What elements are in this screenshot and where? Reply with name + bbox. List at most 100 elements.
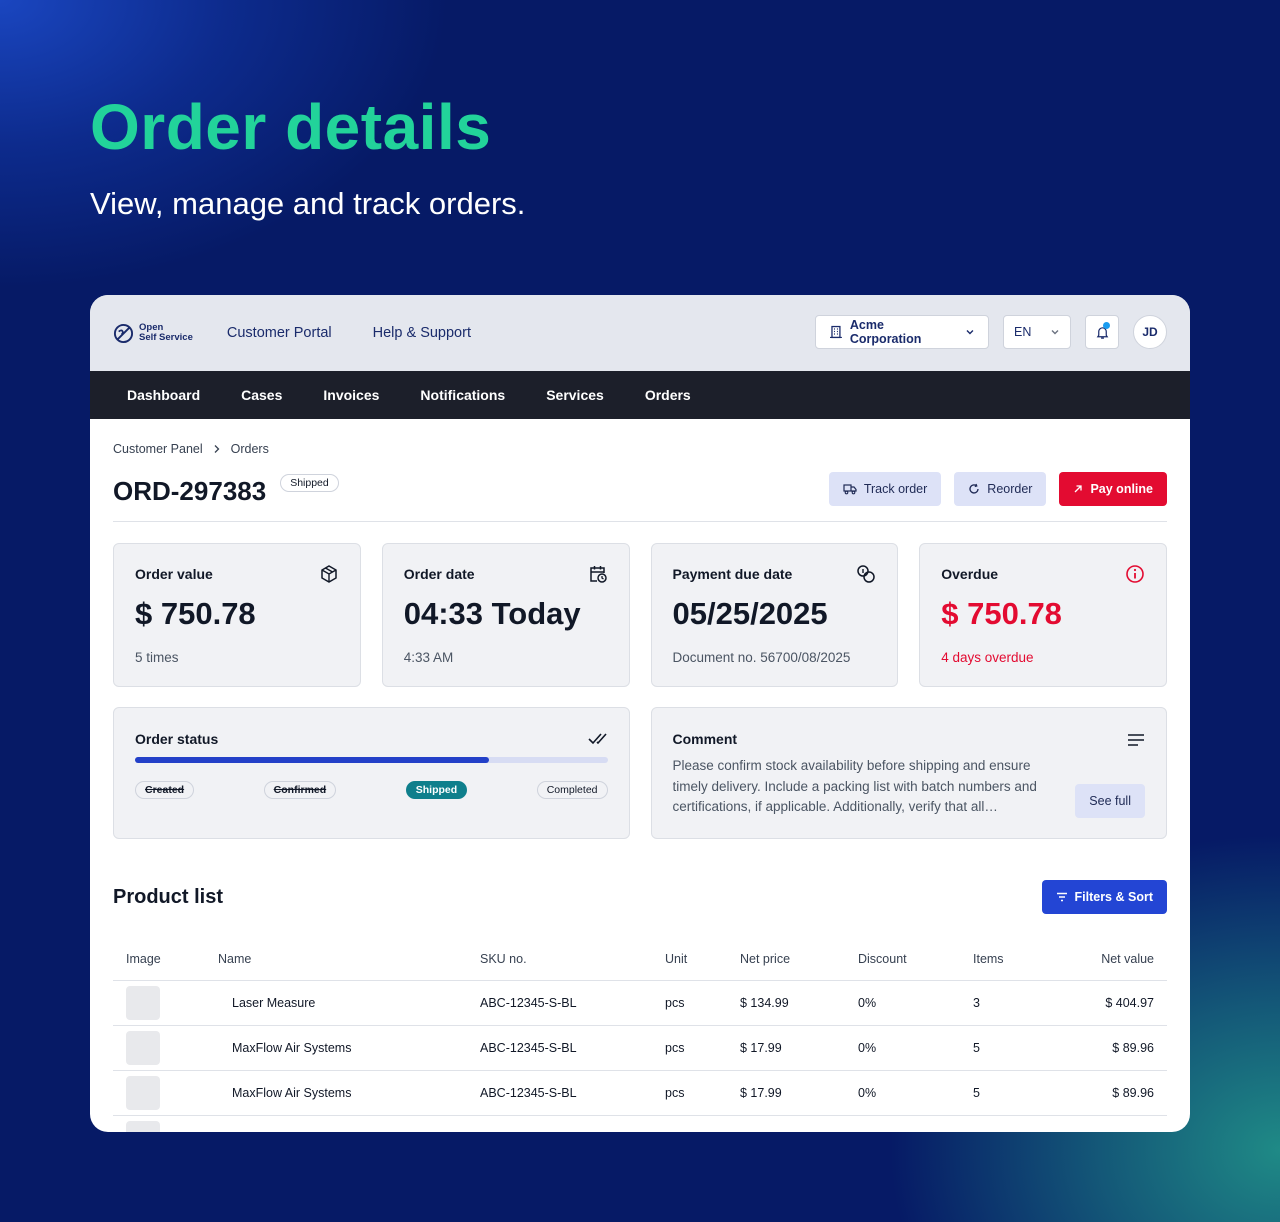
coins-icon — [857, 565, 875, 583]
nav-services[interactable]: Services — [546, 387, 604, 403]
summary-cards: Order value $ 750.78 5 times Order date … — [113, 543, 1167, 687]
empty-cell — [652, 1115, 727, 1132]
card-order-value: Order value $ 750.78 5 times — [113, 543, 361, 687]
step-created: Created — [135, 781, 195, 799]
breadcrumb-customer-panel[interactable]: Customer Panel — [113, 442, 203, 456]
link-customer-portal[interactable]: Customer Portal — [227, 325, 332, 341]
track-order-button[interactable]: Track order — [828, 472, 942, 506]
double-check-icon — [587, 733, 607, 745]
step-shipped: Shipped — [405, 781, 468, 799]
top-bar: Open Self Service Customer Portal Help &… — [90, 295, 1190, 371]
hero-subtitle: View, manage and track orders. — [90, 186, 526, 221]
table-row[interactable]: MaxFlow Air Systems ABC-12345-S-BL pcs $… — [113, 1070, 1167, 1116]
card-value: $ 750.78 — [135, 596, 256, 631]
card-payment-due-date: Payment due date 05/25/2025 Document no.… — [650, 543, 899, 687]
refresh-icon — [969, 483, 979, 494]
card-label: Payment due date — [672, 566, 793, 582]
breadcrumb-orders[interactable]: Orders — [231, 442, 269, 456]
status-comment-row: Order status Created Confirmed Shipped C… — [113, 707, 1167, 839]
language-select[interactable]: EN — [1003, 315, 1071, 349]
product-image-cell — [113, 1070, 205, 1116]
main-nav: Dashboard Cases Invoices Notifications S… — [90, 371, 1190, 419]
product-image-cell — [113, 980, 205, 1026]
card-value: 04:33 Today — [403, 596, 581, 631]
filters-sort-label: Filters & Sort — [1074, 890, 1154, 904]
package-icon — [321, 565, 337, 583]
card-label: Overdue — [941, 566, 999, 582]
product-discount: 0% — [845, 980, 960, 1026]
chevron-down-icon — [1051, 330, 1059, 335]
card-sub: 5 times — [135, 650, 179, 665]
reorder-label: Reorder — [987, 482, 1033, 496]
chevron-right-icon — [214, 445, 220, 453]
filters-sort-button[interactable]: Filters & Sort — [1041, 880, 1167, 914]
product-sku: ABC-12345-S-BL — [467, 980, 652, 1026]
nav-dashboard[interactable]: Dashboard — [127, 387, 200, 403]
building-icon — [829, 325, 842, 339]
card-label: Order date — [403, 566, 475, 582]
link-help-support[interactable]: Help & Support — [373, 325, 471, 341]
main-content: Customer Panel Orders ORD-297383 Shipped… — [90, 442, 1190, 1132]
nav-invoices[interactable]: Invoices — [323, 387, 379, 403]
order-steps: Created Confirmed Shipped Completed — [135, 781, 608, 799]
product-unit: pcs — [652, 1070, 727, 1116]
product-net-value: $ 89.96 — [1055, 1025, 1167, 1071]
product-name-link[interactable]: MaxFlow Air Systems — [205, 1070, 467, 1116]
order-status-card: Order status Created Confirmed Shipped C… — [113, 707, 630, 839]
organization-select[interactable]: Acme Corporation — [815, 315, 989, 349]
product-sku: ABC-12345-S-BL — [467, 1025, 652, 1071]
product-name-link[interactable]: Laser Measure — [205, 980, 467, 1026]
product-image-cell — [113, 1025, 205, 1071]
see-full-button[interactable]: See full — [1075, 784, 1145, 818]
step-completed: Completed — [536, 781, 608, 799]
empty-cell — [845, 1115, 960, 1132]
notifications-button[interactable] — [1085, 315, 1119, 349]
col-net-price: Net price — [727, 938, 845, 981]
product-list-title: Product list — [113, 885, 224, 908]
table-row[interactable]: Laser Measure ABC-12345-S-BL pcs $ 134.9… — [113, 980, 1167, 1026]
avatar[interactable]: JD — [1133, 315, 1167, 349]
product-thumbnail — [126, 1030, 160, 1065]
page-title: ORD-297383 — [113, 476, 267, 506]
step-confirmed: Confirmed — [263, 781, 337, 799]
card-value: $ 750.78 — [941, 596, 1062, 631]
empty-cell — [727, 1115, 845, 1132]
product-table: Image Name SKU no. Unit Net price Discou… — [113, 938, 1167, 1132]
status-badge: Shipped — [280, 474, 339, 492]
empty-cell — [960, 1115, 1055, 1132]
nav-orders[interactable]: Orders — [645, 387, 691, 403]
table-row[interactable] — [113, 1115, 1167, 1132]
product-items: 3 — [960, 980, 1055, 1026]
product-sku: ABC-12345-S-BL — [467, 1070, 652, 1116]
empty-cell — [1055, 1115, 1167, 1132]
empty-cell — [205, 1115, 467, 1132]
comment-label: Comment — [672, 731, 738, 747]
product-name-link[interactable]: MaxFlow Air Systems — [205, 1025, 467, 1071]
alert-circle-icon — [1126, 565, 1144, 583]
nav-notifications[interactable]: Notifications — [420, 387, 505, 403]
pay-online-button[interactable]: Pay online — [1059, 472, 1167, 506]
empty-cell — [467, 1115, 652, 1132]
reorder-button[interactable]: Reorder — [954, 472, 1047, 506]
card-sub: Document no. 56700/08/2025 — [672, 650, 851, 665]
divider — [113, 521, 1167, 522]
product-thumbnail — [126, 1075, 160, 1110]
product-unit: pcs — [652, 1025, 727, 1071]
card-overdue: Overdue $ 750.78 4 days overdue — [919, 543, 1167, 687]
card-order-date: Order date 04:33 Today 4:33 AM — [381, 543, 630, 687]
logo[interactable]: Open Self Service — [113, 323, 193, 344]
product-unit: pcs — [652, 980, 727, 1026]
product-net-price: $ 134.99 — [727, 980, 845, 1026]
nav-cases[interactable]: Cases — [241, 387, 282, 403]
product-net-price: $ 17.99 — [727, 1025, 845, 1071]
arrow-up-right-icon — [1075, 485, 1083, 493]
card-label: Order value — [135, 566, 213, 582]
logo-icon — [113, 323, 134, 343]
product-thumbnail — [126, 985, 160, 1020]
table-row[interactable]: MaxFlow Air Systems ABC-12345-S-BL pcs $… — [113, 1025, 1167, 1071]
product-items: 5 — [960, 1070, 1055, 1116]
notification-dot — [1103, 322, 1110, 329]
table-header-row: Image Name SKU no. Unit Net price Discou… — [113, 938, 1167, 981]
chevron-down-icon — [966, 330, 974, 335]
pay-online-label: Pay online — [1090, 482, 1153, 496]
